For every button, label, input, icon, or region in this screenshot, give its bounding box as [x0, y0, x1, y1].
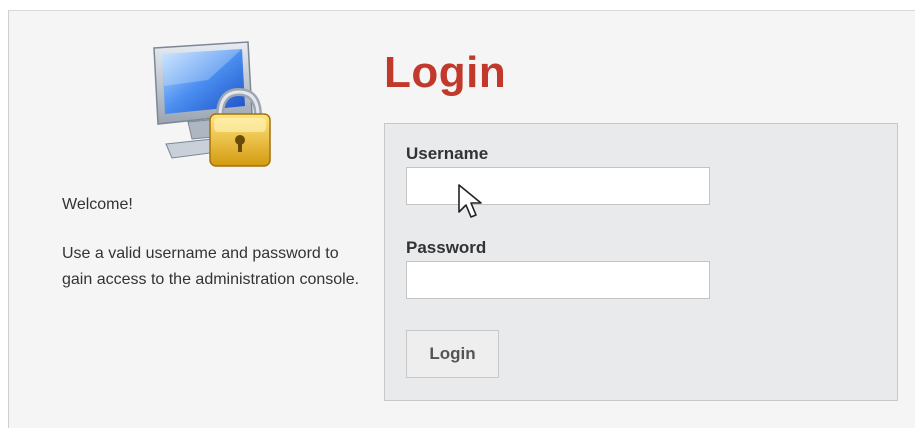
password-label: Password — [406, 238, 487, 257]
login-button[interactable]: Login — [406, 330, 499, 378]
description-text: Use a valid username and password to gai… — [62, 245, 360, 288]
username-label: Username — [406, 144, 489, 163]
welcome-text: Welcome! — [62, 196, 133, 213]
login-form: Username Password Login — [384, 123, 898, 401]
monitor-lock-icon — [153, 41, 271, 167]
mouse-pointer-icon — [458, 184, 482, 218]
username-input[interactable] — [406, 167, 710, 205]
password-input[interactable] — [406, 261, 710, 299]
page-title: Login — [384, 48, 507, 97]
